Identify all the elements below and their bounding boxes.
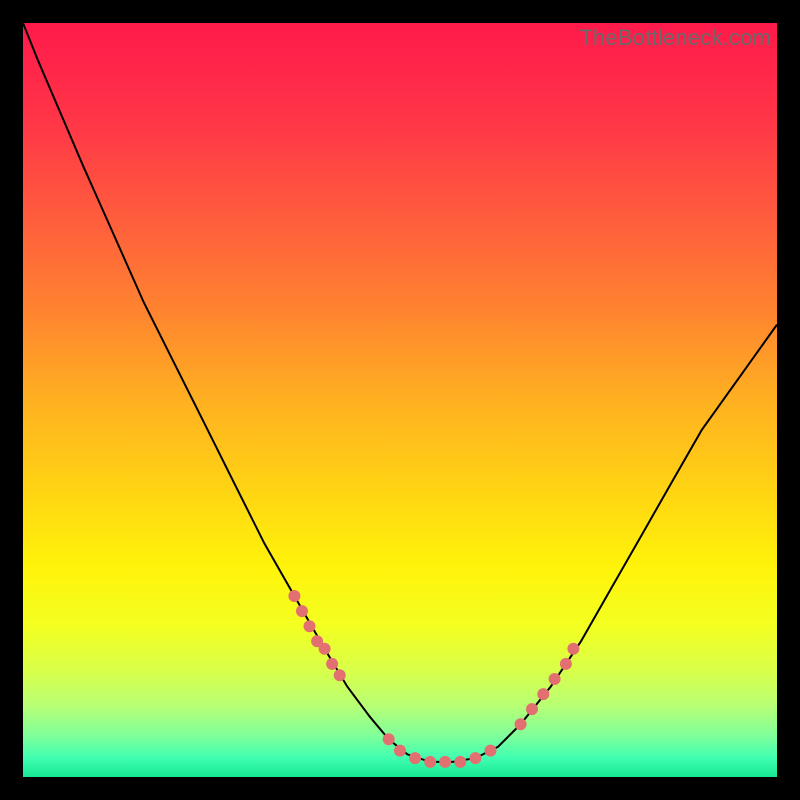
highlight-cluster-left [288,590,345,681]
highlight-dot [424,756,436,768]
highlight-dot [526,703,538,715]
highlight-dot [319,643,331,655]
highlight-dot [288,590,300,602]
highlight-dot [304,620,316,632]
bottleneck-curve [23,23,777,762]
highlight-dot [439,756,451,768]
highlight-dot [383,733,395,745]
highlight-dot [394,745,406,757]
highlight-dot [549,673,561,685]
chart-frame: TheBottleneck.com [23,23,777,777]
highlight-dot [334,669,346,681]
highlight-dot [485,745,497,757]
highlight-dot [515,718,527,730]
watermark-text: TheBottleneck.com [579,25,771,51]
highlight-dot [567,643,579,655]
curve-layer [23,23,777,777]
highlight-dot [560,658,572,670]
highlight-dot [454,756,466,768]
highlight-dot [296,605,308,617]
highlight-dot [409,752,421,764]
highlight-dot [537,688,549,700]
plot-area [23,23,777,777]
highlight-cluster-bottom [383,733,497,768]
highlight-cluster-right [515,643,580,730]
highlight-dot [326,658,338,670]
highlight-dot [469,752,481,764]
